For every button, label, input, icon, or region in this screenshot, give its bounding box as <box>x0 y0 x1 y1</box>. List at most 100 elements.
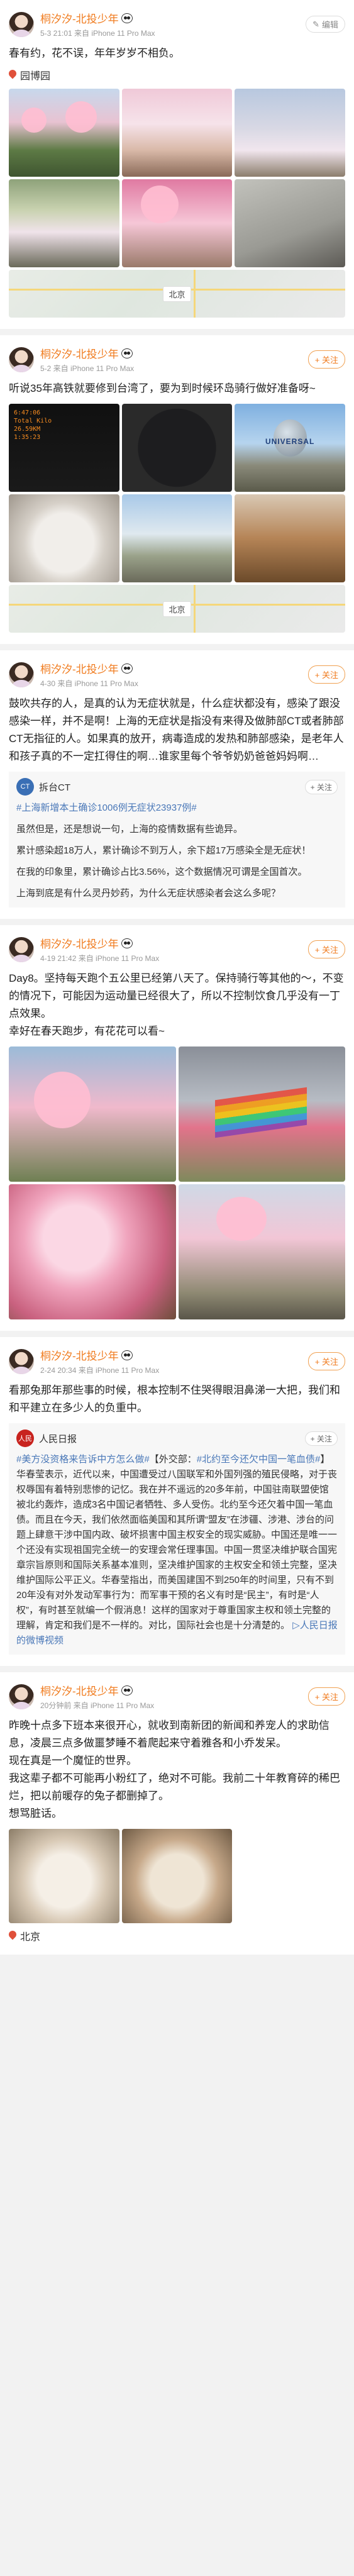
post-meta: 桐汐汐-北投少年 2-24 20:34 来自 iPhone 11 Pro Max <box>40 1347 308 1375</box>
location-tag[interactable]: 北京 <box>9 1928 345 1943</box>
photo-grid <box>9 89 345 267</box>
hashtag-link[interactable]: #上海新增本土确诊1006例无症状23937例# <box>16 801 338 816</box>
post-text: Day8。坚持每天跑个五公里已经第八天了。保持骑行等其他的～，不变的情况下，可能… <box>9 972 344 1037</box>
photo[interactable]: UNIVERSAL <box>235 404 345 492</box>
photo[interactable] <box>121 1829 233 1923</box>
avatar[interactable] <box>9 11 34 37</box>
post-text: 鼓吹共存的人，是真的认为无症状就是，什么症状都没有，感染了跟没感染一样，并不是啊… <box>9 697 344 762</box>
panda-icon <box>121 13 133 23</box>
repost-author-name[interactable]: 拆台CT <box>39 780 300 794</box>
photo[interactable] <box>9 179 119 267</box>
avatar[interactable] <box>9 936 34 962</box>
post-time-source: 4-30 来自 iPhone 11 Pro Max <box>40 679 138 688</box>
post-header: 桐汐汐-北投少年 5-2 来自 iPhone 11 Pro Max + 关注 <box>9 345 345 374</box>
edit-button[interactable]: ✎ 编辑 <box>306 16 345 33</box>
author-name[interactable]: 桐汐汐-北投少年 <box>40 935 308 951</box>
post-header: 桐汐汐-北投少年 4-30 来自 iPhone 11 Pro Max + 关注 <box>9 660 345 689</box>
follow-button[interactable]: + 关注 <box>307 1352 345 1370</box>
photo[interactable] <box>235 89 345 177</box>
location-map[interactable]: 北京 <box>9 585 345 633</box>
panda-icon <box>121 1685 133 1696</box>
author-name[interactable]: 桐汐汐-北投少年 <box>40 660 308 676</box>
location-pin-icon <box>9 1931 16 1941</box>
location-label: 园博园 <box>20 71 51 82</box>
repost-avatar[interactable]: CT <box>16 778 34 796</box>
panda-icon <box>121 663 133 674</box>
post-text: 看那兔那年那些事的时候，根本控制不住哭得眼泪鼻涕一大把，我们和和平建立在多少人的… <box>9 1384 340 1414</box>
photo[interactable] <box>178 1046 345 1182</box>
photo[interactable] <box>9 494 119 582</box>
author-name-text: 桐汐汐-北投少年 <box>40 1685 119 1697</box>
location-tag[interactable]: 园博园 <box>9 67 345 82</box>
repost-paragraph: 上海到底是有什么灵丹妙药，为什么无症状感染者会这么多呢？ <box>16 888 281 899</box>
author-name-text: 桐汐汐-北投少年 <box>40 13 119 25</box>
location-map[interactable]: 北京 <box>9 270 345 318</box>
map-city-label: 北京 <box>163 286 191 302</box>
author-name[interactable]: 桐汐汐-北投少年 <box>40 1682 308 1698</box>
avatar[interactable] <box>9 1684 34 1709</box>
photo[interactable] <box>235 494 345 582</box>
fitness-stats-text: 6:47:06 Total Kilo 26.59KM 1:35:23 <box>14 409 52 441</box>
repost-header: 人民 人民日报 + 关注 <box>16 1430 338 1447</box>
edit-icon: ✎ <box>313 19 319 29</box>
repost-text-segment: 】华春莹表示，近代以来，中国遭受过八国联军和外国列强的殖民侵略，对于丧权辱国有着… <box>16 1454 338 1631</box>
author-name-text: 桐汐汐-北投少年 <box>40 1350 119 1362</box>
photo[interactable] <box>121 494 233 582</box>
post-card: 桐汐汐-北投少年 20分钟前 来自 iPhone 11 Pro Max + 关注… <box>0 1672 354 1955</box>
author-name[interactable]: 桐汐汐-北投少年 <box>40 10 306 26</box>
photo[interactable] <box>9 89 119 177</box>
post-card: 桐汐汐-北投少年 5-3 21:01 来自 iPhone 11 Pro Max … <box>0 0 354 329</box>
author-name[interactable]: 桐汐汐-北投少年 <box>40 345 308 361</box>
photo[interactable] <box>9 1829 119 1923</box>
panda-icon <box>121 1350 133 1360</box>
post-meta: 桐汐汐-北投少年 20分钟前 来自 iPhone 11 Pro Max <box>40 1682 308 1711</box>
photo-grid <box>9 1829 345 1923</box>
author-name-text: 桐汐汐-北投少年 <box>40 348 119 360</box>
photo[interactable] <box>9 1046 176 1182</box>
post-card: 桐汐汐-北投少年 5-2 来自 iPhone 11 Pro Max + 关注 听… <box>0 335 354 644</box>
follow-button[interactable]: + 关注 <box>307 665 345 684</box>
post-meta: 桐汐汐-北投少年 4-19 21:42 来自 iPhone 11 Pro Max <box>40 935 308 963</box>
repost-author-name[interactable]: 人民日报 <box>39 1432 300 1445</box>
post-card: 桐汐汐-北投少年 4-19 21:42 来自 iPhone 11 Pro Max… <box>0 925 354 1331</box>
post-time-source: 4-19 21:42 来自 iPhone 11 Pro Max <box>40 954 160 963</box>
post-card: 桐汐汐-北投少年 4-30 来自 iPhone 11 Pro Max + 关注 … <box>0 650 354 919</box>
repost-card[interactable]: 人民 人民日报 + 关注 #美方没资格来告诉中方怎么做#【外交部：#北约至今还欠… <box>9 1423 345 1655</box>
avatar[interactable] <box>9 1348 34 1374</box>
repost-paragraph: 累计感染超18万人，累计确诊不到万人，余下超17万感染全是无症状！ <box>16 845 311 856</box>
photo[interactable]: 6:47:06 Total Kilo 26.59KM 1:35:23 <box>9 404 119 492</box>
follow-button[interactable]: + 关注 <box>307 1687 345 1706</box>
avatar[interactable] <box>9 662 34 687</box>
video-icon: ▷ <box>292 1620 300 1631</box>
repost-card[interactable]: CT 拆台CT + 关注 #上海新增本土确诊1006例无症状23937例# 虽然… <box>9 772 345 908</box>
follow-button[interactable]: + 关注 <box>307 350 345 369</box>
post-meta: 桐汐汐-北投少年 5-2 来自 iPhone 11 Pro Max <box>40 345 308 374</box>
hashtag-link[interactable]: #北约至今还欠中国一笔血债# <box>197 1454 321 1465</box>
map-city-label: 北京 <box>163 601 191 617</box>
post-header: 桐汐汐-北投少年 2-24 20:34 来自 iPhone 11 Pro Max… <box>9 1347 345 1375</box>
repost-body: #美方没资格来告诉中方怎么做#【外交部：#北约至今还欠中国一笔血债#】华春莹表示… <box>16 1452 338 1648</box>
panda-icon <box>121 348 133 358</box>
hashtag-link[interactable]: #美方没资格来告诉中方怎么做# <box>16 1454 150 1465</box>
repost-follow-button[interactable]: + 关注 <box>304 1431 338 1446</box>
photo[interactable] <box>9 1184 176 1319</box>
post-time-source: 5-2 来自 iPhone 11 Pro Max <box>40 364 135 373</box>
follow-button[interactable]: + 关注 <box>307 940 345 958</box>
post-meta: 桐汐汐-北投少年 5-3 21:01 来自 iPhone 11 Pro Max <box>40 10 306 38</box>
author-name[interactable]: 桐汐汐-北投少年 <box>40 1347 308 1363</box>
photo[interactable] <box>178 1184 345 1319</box>
photo[interactable] <box>235 179 345 267</box>
photo[interactable] <box>121 404 233 492</box>
repost-follow-button[interactable]: + 关注 <box>304 779 338 794</box>
post-meta: 桐汐汐-北投少年 4-30 来自 iPhone 11 Pro Max <box>40 660 308 689</box>
post-header: 桐汐汐-北投少年 5-3 21:01 来自 iPhone 11 Pro Max … <box>9 10 345 38</box>
post-text: 昨晚十点多下班本来很开心，就收到南新团的新闻和养宠人的求助信息，凌晨三点多做噩梦… <box>9 1719 340 1819</box>
avatar[interactable] <box>9 347 34 372</box>
repost-header: CT 拆台CT + 关注 <box>16 778 338 796</box>
post-header: 桐汐汐-北投少年 4-19 21:42 来自 iPhone 11 Pro Max… <box>9 935 345 963</box>
post-card: 桐汐汐-北投少年 2-24 20:34 来自 iPhone 11 Pro Max… <box>0 1337 354 1666</box>
photo[interactable] <box>121 89 233 177</box>
repost-paragraph: 在我的印象里，累计确诊占比3.56%，这个数据情况可谓是全国首次。 <box>16 867 307 877</box>
repost-avatar[interactable]: 人民 <box>16 1430 34 1447</box>
photo[interactable] <box>121 179 233 267</box>
